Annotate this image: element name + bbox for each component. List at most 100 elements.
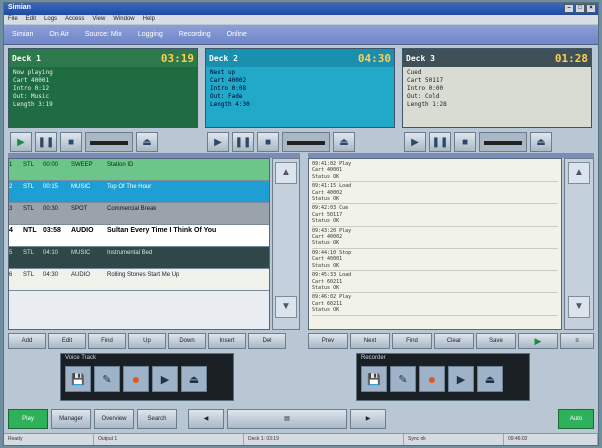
play-icon[interactable]: ▶: [10, 132, 32, 152]
deck-line: Now playing: [13, 69, 53, 76]
deck-info: Cued Cart 50117 Intro 0:00 Out: Cold Len…: [403, 67, 591, 127]
recorder-panel: Recorder 💾 ✎ ● ▶ ⏏: [356, 353, 530, 401]
play-mode-button[interactable]: Play: [8, 409, 48, 429]
save-icon[interactable]: 💾: [361, 366, 387, 392]
record-icon[interactable]: ●: [123, 366, 149, 392]
prev-page-icon[interactable]: ◀: [188, 409, 224, 429]
deck-2[interactable]: Deck 2 04:30 Next up Cart 40002 Intro 0:…: [205, 48, 395, 128]
auto-button[interactable]: Auto: [558, 409, 594, 429]
playlist-scrollbar[interactable]: ▲ ▼: [272, 158, 300, 330]
scroll-down-icon[interactable]: ▼: [275, 296, 297, 318]
log-find-button[interactable]: Find: [392, 333, 432, 349]
scroll-up-icon[interactable]: ▲: [275, 162, 297, 184]
microphone-icon[interactable]: ✎: [94, 366, 120, 392]
deck-3-transport: ▶ ❚❚ ■ ⏏: [404, 131, 552, 153]
stop-icon[interactable]: ■: [257, 132, 279, 152]
stop-icon[interactable]: ■: [60, 132, 82, 152]
log-line: Status OK: [312, 284, 340, 291]
volume-slider[interactable]: [85, 132, 133, 152]
eject-icon[interactable]: ⏏: [333, 132, 355, 152]
insert-button[interactable]: Insert: [208, 333, 246, 349]
playlist-row[interactable]: 1 STL 00:00 SWEEP Station ID: [9, 159, 269, 181]
log-line: Status OK: [312, 262, 340, 269]
row-time: 04:30: [43, 272, 59, 278]
pause-icon[interactable]: ❚❚: [429, 132, 451, 152]
row-index: 3: [9, 206, 13, 212]
row-kind: SPOT: [71, 206, 88, 212]
next-page-icon[interactable]: ▶: [350, 409, 386, 429]
deck-line: Out: Cold: [407, 93, 440, 100]
overview-button[interactable]: Overview: [94, 409, 134, 429]
volume-slider[interactable]: [479, 132, 527, 152]
deck-line: Intro 0:08: [210, 85, 247, 92]
deck-info: Now playing Cart 40001 Intro 0:12 Out: M…: [9, 67, 197, 127]
record-icon[interactable]: ●: [419, 366, 445, 392]
window-title: Simian: [8, 4, 31, 11]
pause-icon[interactable]: ❚❚: [232, 132, 254, 152]
menu-view[interactable]: View: [92, 15, 105, 24]
log-line: Status OK: [312, 218, 340, 225]
play-icon[interactable]: ▶: [518, 333, 558, 349]
menu-edit[interactable]: Edit: [26, 15, 36, 24]
play-icon[interactable]: ▶: [404, 132, 426, 152]
menu-help[interactable]: Help: [143, 15, 155, 24]
eject-icon[interactable]: ⏏: [136, 132, 158, 152]
page-selector[interactable]: ▤: [227, 409, 347, 429]
playlist-row[interactable]: 3 STL 00:30 SPOT Commercial Break: [9, 203, 269, 225]
deck-line: Intro 0:00: [407, 85, 444, 92]
find-button[interactable]: Find: [88, 333, 126, 349]
deck-3[interactable]: Deck 3 01:28 Cued Cart 50117 Intro 0:00 …: [402, 48, 592, 128]
move-down-button[interactable]: Down: [168, 333, 206, 349]
playlist-row[interactable]: 6 STL 04:30 AUDIO Rolling Stones Start M…: [9, 269, 269, 291]
deck-label: Deck 3: [406, 53, 435, 63]
row-title: Station ID: [107, 162, 134, 168]
deck-timer: 04:30: [357, 51, 391, 65]
manager-button[interactable]: Manager: [51, 409, 91, 429]
play-icon[interactable]: ▶: [207, 132, 229, 152]
eject-icon[interactable]: ⏏: [181, 366, 207, 392]
menu-icon[interactable]: ≡: [560, 333, 594, 349]
minimize-button[interactable]: –: [564, 4, 574, 13]
playlist-row[interactable]: 5 STL 04:10 MUSIC Instrumental Bed: [9, 247, 269, 269]
next-button[interactable]: Next: [350, 333, 390, 349]
eject-icon[interactable]: ⏏: [477, 366, 503, 392]
search-button[interactable]: Search: [137, 409, 177, 429]
save-button[interactable]: Save: [476, 333, 516, 349]
move-up-button[interactable]: Up: [128, 333, 166, 349]
stop-icon[interactable]: ■: [454, 132, 476, 152]
log-scrollbar[interactable]: ▲ ▼: [564, 158, 594, 330]
slider-track: [484, 141, 522, 145]
scroll-down-icon[interactable]: ▼: [568, 296, 590, 318]
scroll-up-icon[interactable]: ▲: [568, 162, 590, 184]
menu-access[interactable]: Access: [65, 15, 84, 24]
menu-window[interactable]: Window: [113, 15, 134, 24]
menu-file[interactable]: File: [8, 15, 18, 24]
strip-onair: On Air: [49, 31, 69, 38]
row-title: Top Of The Hour: [107, 184, 152, 190]
pause-icon[interactable]: ❚❚: [35, 132, 57, 152]
playlist-row[interactable]: 2 STL 00:15 MUSIC Top Of The Hour: [9, 181, 269, 203]
row-title: Sultan Every Time I Think Of You: [107, 227, 217, 234]
menu-logs[interactable]: Logs: [44, 15, 57, 24]
add-button[interactable]: Add: [8, 333, 46, 349]
play-icon[interactable]: ▶: [448, 366, 474, 392]
row-title: Rolling Stones Start Me Up: [107, 272, 180, 278]
edit-button[interactable]: Edit: [48, 333, 86, 349]
status-ready: Ready: [4, 434, 94, 445]
playlist-row-selected[interactable]: 4 NTL 03:58 AUDIO Sultan Every Time I Th…: [9, 225, 269, 247]
clear-button[interactable]: Clear: [434, 333, 474, 349]
volume-slider[interactable]: [282, 132, 330, 152]
microphone-icon[interactable]: ✎: [390, 366, 416, 392]
prev-button[interactable]: Prev: [308, 333, 348, 349]
deck-timer: 01:28: [554, 51, 588, 65]
log-entry: 09:41:02 Play Cart 40001 Status OK: [312, 161, 558, 183]
close-button[interactable]: ×: [586, 4, 596, 13]
delete-button[interactable]: Del: [248, 333, 286, 349]
save-icon[interactable]: 💾: [65, 366, 91, 392]
maximize-button[interactable]: □: [575, 4, 585, 13]
play-icon[interactable]: ▶: [152, 366, 178, 392]
eject-icon[interactable]: ⏏: [530, 132, 552, 152]
deck-1[interactable]: Deck 1 03:19 Now playing Cart 40001 Intr…: [8, 48, 198, 128]
bottom-toolbar: Play Manager Overview Search ◀ ▤ ▶ Auto: [8, 408, 594, 430]
deck-line: Length 3:19: [13, 101, 53, 108]
